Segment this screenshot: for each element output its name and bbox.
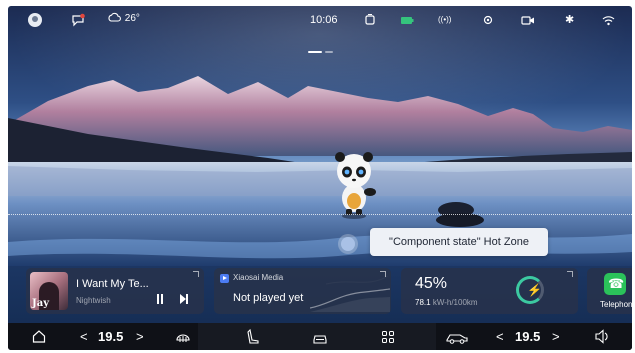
song-title: I Want My Te... — [76, 278, 149, 290]
charge-ring: ⚡ — [516, 276, 544, 304]
media-card[interactable]: Xiaosai Media Not played yet — [214, 268, 391, 314]
hot-zone-tooltip: "Component state" Hot Zone — [370, 228, 548, 256]
bottom-dock: < 19.5 > < 19.5 > — [8, 323, 632, 350]
phone-icon — [604, 273, 626, 295]
seat-icon[interactable] — [246, 323, 260, 350]
left-temperature: 19.5 — [98, 329, 124, 344]
car-seat-icon — [364, 13, 376, 27]
expand-corner-icon — [380, 271, 386, 277]
rock — [436, 213, 484, 227]
user-icon[interactable] — [28, 13, 42, 27]
screen: 26° 10:06 ((•)) ✱ "Component state" Hot … — [8, 6, 632, 350]
page-dot-active[interactable] — [308, 51, 322, 53]
right-temp-increase[interactable]: > — [552, 323, 560, 350]
camera-icon — [521, 13, 535, 27]
music-card[interactable]: Jay I Want My Te... Nightwish — [26, 268, 204, 314]
cloud-icon — [108, 12, 121, 29]
car-side-icon[interactable] — [445, 323, 469, 350]
car-icon[interactable] — [312, 323, 328, 350]
right-temperature: 19.5 — [515, 329, 541, 344]
left-temp-increase[interactable]: > — [136, 323, 144, 350]
defrost-icon[interactable] — [175, 323, 191, 350]
artist-name: Nightwish — [76, 296, 111, 305]
page-dot[interactable] — [325, 51, 333, 53]
temperature-text: 26° — [124, 13, 140, 24]
expand-corner-icon — [567, 271, 573, 277]
media-app-icon — [220, 274, 229, 283]
page-indicator — [308, 40, 336, 58]
hot-zone-marker[interactable] — [341, 237, 355, 251]
consumption-value: 78.1 — [415, 298, 431, 307]
status-bar: 26° 10:06 ((•)) ✱ — [8, 6, 632, 34]
message-icon[interactable] — [71, 13, 85, 27]
bluetooth-icon: ✱ — [565, 14, 575, 26]
album-signature: Jay — [32, 298, 50, 309]
energy-consumption: 78.1 kW-h/100km — [415, 298, 478, 307]
battery-icon — [400, 13, 414, 27]
apps-icon[interactable] — [381, 323, 395, 350]
phone-label: Telephone — [600, 300, 632, 309]
next-track-icon[interactable] — [178, 294, 190, 304]
clock: 10:06 — [310, 14, 338, 26]
media-app-name: Xiaosai Media — [233, 273, 284, 282]
consumption-unit: kW-h/100km — [432, 298, 478, 307]
album-cover: Jay — [30, 272, 68, 310]
phone-card[interactable]: Telephone — [587, 268, 632, 314]
home-icon[interactable] — [32, 323, 46, 350]
battery-percent: 45% — [415, 275, 448, 292]
left-temp-decrease[interactable]: < — [80, 323, 88, 350]
pause-icon[interactable] — [154, 294, 166, 304]
signal-icon: ((•)) — [438, 15, 452, 24]
lightning-icon: ⚡ — [527, 283, 542, 297]
volume-icon[interactable] — [594, 323, 610, 350]
wifi-icon — [602, 13, 615, 27]
weather-widget[interactable]: 26° — [108, 12, 140, 26]
hot-zone-divider — [8, 214, 632, 215]
energy-card[interactable]: 45% 78.1 kW-h/100km ⚡ — [401, 268, 578, 314]
right-temp-decrease[interactable]: < — [496, 323, 504, 350]
expand-corner-icon — [193, 271, 199, 277]
location-icon — [482, 13, 494, 27]
media-decor-wave — [310, 288, 390, 312]
media-status: Not played yet — [233, 292, 304, 304]
